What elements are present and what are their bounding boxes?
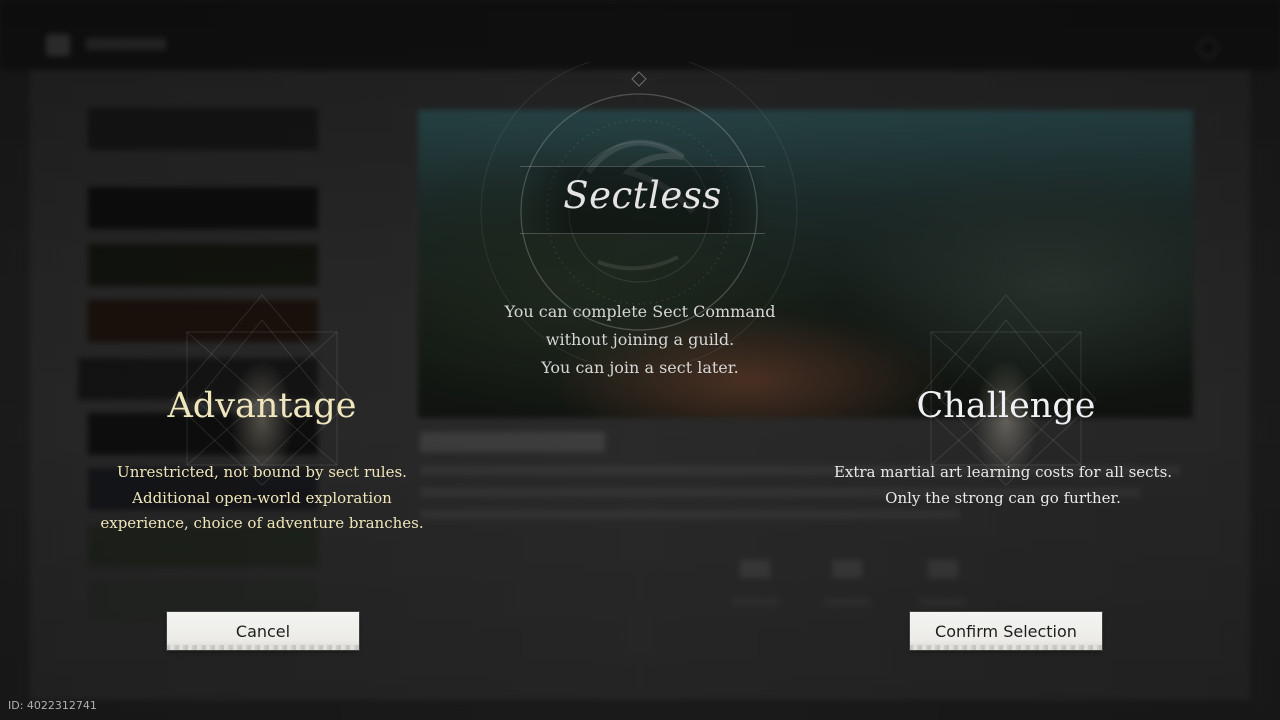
- advantage-line: experience, choice of adventure branches…: [100, 514, 424, 532]
- advantage-line: Unrestricted, not bound by sect rules.: [117, 463, 407, 481]
- description-line: You can complete Sect Command: [504, 302, 776, 321]
- challenge-line: Extra martial art learning costs for all…: [833, 463, 1173, 481]
- description-line: You can join a sect later.: [541, 358, 739, 377]
- advantage-description: Unrestricted, not bound by sect rules. A…: [82, 460, 442, 537]
- challenge-description: Extra martial art learning costs for all…: [822, 460, 1184, 511]
- confirm-selection-button[interactable]: Confirm Selection: [910, 612, 1102, 650]
- challenge-title: Challenge: [916, 386, 1096, 426]
- modal-description: You can complete Sect Command without jo…: [470, 298, 810, 382]
- advantage-title: Advantage: [167, 386, 357, 426]
- modal-title: Sectless: [563, 174, 722, 217]
- advantage-line: Additional open-world exploration: [132, 488, 392, 507]
- user-id-label: ID: 4022312741: [8, 699, 97, 712]
- description-line: without joining a guild.: [545, 330, 735, 349]
- challenge-line: Only the strong can go further.: [885, 488, 1121, 507]
- cancel-button[interactable]: Cancel: [167, 612, 359, 650]
